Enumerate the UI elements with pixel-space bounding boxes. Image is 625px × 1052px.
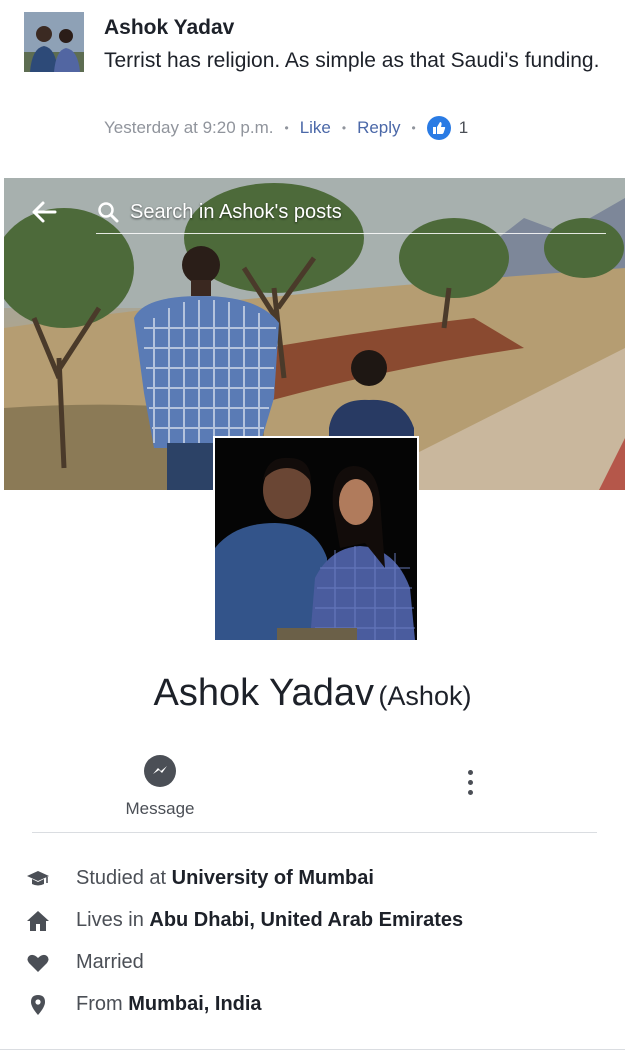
intro-relationship-text: Married [76,951,144,973]
intro-hometown-text: From Mumbai, India [76,993,262,1016]
education-link[interactable]: University of Mumbai [172,867,374,889]
intro-education-text: Studied at University of Mumbai [76,867,374,890]
message-button[interactable]: Message [104,755,216,825]
residence-prefix: Lives in [76,909,150,931]
intro-education: Studied at University of Mumbai [0,864,625,894]
profile-alternate-name: (Ashok) [378,681,472,711]
reply-link[interactable]: Reply [357,118,400,138]
comment-timestamp[interactable]: Yesterday at 9:20 p.m. [104,118,273,138]
profile-name: Ashok Yadav [153,672,374,714]
intro-hometown: From Mumbai, India [0,990,625,1020]
more-vertical-icon[interactable] [458,770,482,806]
profile-photo[interactable] [213,436,419,642]
location-pin-icon [26,993,50,1017]
graduation-cap-icon [26,867,50,891]
residence-link[interactable]: Abu Dhabi, United Arab Emirates [149,909,463,931]
heart-icon [26,951,50,975]
back-arrow-icon[interactable] [30,198,58,231]
education-prefix: Studied at [76,867,172,889]
like-count[interactable]: 1 [459,118,468,138]
message-label: Message [125,799,195,818]
divider-bottom [0,1049,625,1050]
search-icon [98,202,119,223]
thumbs-up-icon[interactable] [426,116,451,140]
hometown-link[interactable]: Mumbai, India [128,993,261,1015]
like-link[interactable]: Like [300,118,331,138]
intro-residence: Lives in Abu Dhabi, United Arab Emirates [0,906,625,936]
comment-text: Terrist has religion. As simple as that … [104,49,600,72]
search-bar[interactable]: Search in Ashok's posts [96,200,342,224]
messenger-icon [144,755,176,787]
divider [32,832,597,833]
meta-separator: • [341,121,347,135]
search-underline [96,233,606,234]
intro-residence-text: Lives in Abu Dhabi, United Arab Emirates [76,909,463,932]
meta-separator: • [284,121,289,135]
hometown-prefix: From [76,993,129,1015]
comment-author[interactable]: Ashok Yadav [104,16,234,40]
comment: Ashok Yadav Terrist has religion. As sim… [0,0,625,150]
search-placeholder[interactable]: Search in Ashok's posts [130,201,342,224]
meta-separator: • [411,121,416,135]
profile-name-row: Ashok Yadav (Ashok) [0,672,625,715]
home-icon [26,909,50,933]
intro-relationship: Married [0,948,625,978]
profile-picture [215,438,417,640]
comment-meta: Yesterday at 9:20 p.m. • Like • Reply • … [104,116,468,140]
comment-avatar[interactable] [24,12,84,72]
